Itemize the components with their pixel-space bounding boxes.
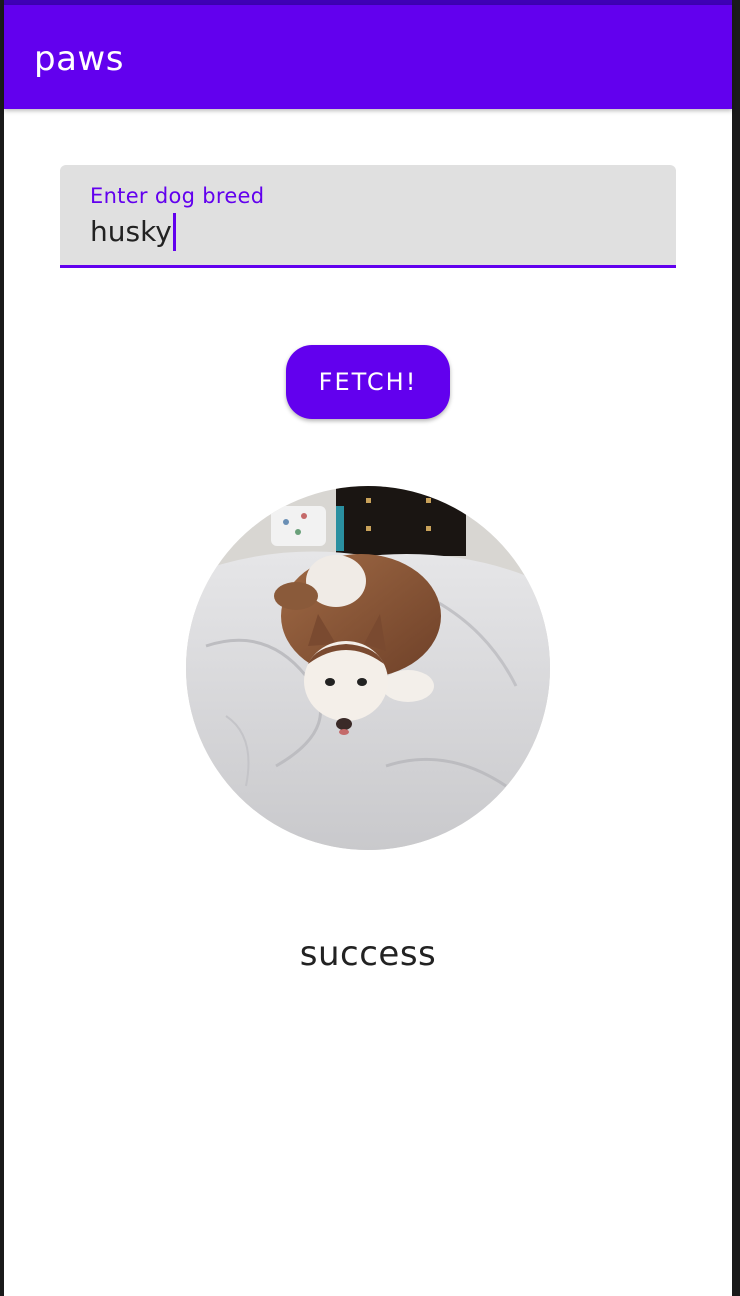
breed-input-value: husky (90, 215, 172, 248)
breed-input-field[interactable]: Enter dog breed husky (60, 165, 676, 268)
dog-image (186, 486, 550, 850)
text-cursor (172, 213, 176, 251)
app-bar: paws (4, 5, 732, 109)
breed-input-label: Enter dog breed (90, 184, 265, 208)
fetch-button[interactable]: FETCH! (286, 345, 450, 419)
app-frame: paws Enter dog breed husky FETCH! succes… (0, 0, 740, 1296)
status-text: success (299, 934, 437, 974)
breed-input[interactable]: husky (90, 213, 176, 251)
husky-photo (186, 486, 550, 850)
app-title: paws (34, 39, 124, 79)
